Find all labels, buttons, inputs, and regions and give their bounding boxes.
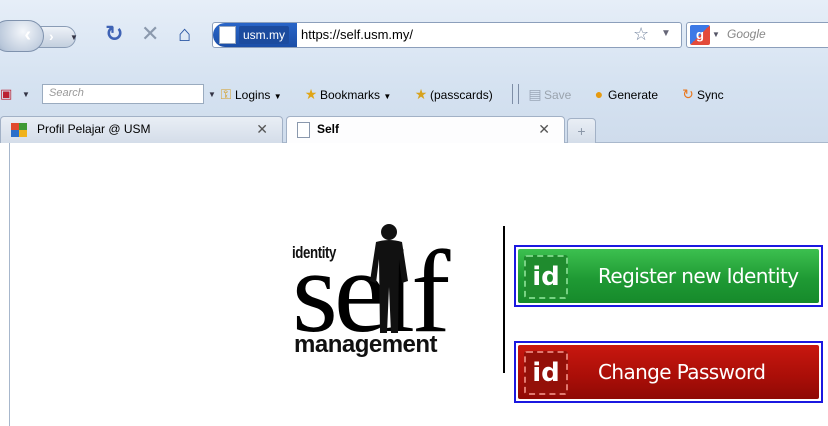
standing-person-icon bbox=[370, 224, 408, 333]
logo-word-identity: identity bbox=[292, 243, 337, 262]
back-button[interactable]: ‹ bbox=[0, 20, 44, 52]
id-badge-icon: id bbox=[524, 351, 568, 395]
passcard-icon: ★ bbox=[414, 86, 428, 102]
passcards-label: (passcards) bbox=[430, 88, 493, 102]
page-icon bbox=[219, 26, 236, 44]
tab-label: Self bbox=[317, 122, 340, 136]
sync-icon: ↻ bbox=[682, 86, 694, 102]
id-badge-icon: id bbox=[524, 255, 568, 299]
back-arrow-icon: ‹ bbox=[24, 24, 31, 46]
tab-profil-pelajar[interactable]: Profil Pelajar @ USM ✕ bbox=[0, 116, 283, 143]
change-password-button-face[interactable]: id Change Password bbox=[518, 345, 819, 399]
change-password-button[interactable]: id Change Password bbox=[514, 341, 823, 403]
key-icon: ⚿ bbox=[220, 86, 232, 102]
logins-dropdown-icon: ▼ bbox=[273, 92, 282, 101]
passcards-menu[interactable]: ★ (passcards) bbox=[412, 85, 493, 104]
bookmarks-dropdown-icon: ▼ bbox=[383, 92, 392, 101]
address-bar[interactable]: usm.my https://self.usm.my/ ☆ ▼ bbox=[212, 22, 682, 48]
new-tab-button[interactable]: + bbox=[567, 118, 596, 143]
toolbar-search-placeholder: Search bbox=[49, 87, 84, 99]
bookmarks-label: Bookmarks bbox=[320, 88, 381, 102]
plus-icon: + bbox=[577, 123, 586, 139]
site-identity-label: usm.my bbox=[239, 26, 289, 44]
url-dropdown-icon[interactable]: ▼ bbox=[661, 28, 671, 39]
back-forward-group: › ‹ ▼ bbox=[0, 20, 82, 52]
tab-label: Profil Pelajar @ USM bbox=[37, 122, 151, 136]
home-icon[interactable]: ⌂ bbox=[178, 22, 191, 46]
logins-menu[interactable]: ⚿ Logins ▼ bbox=[217, 85, 282, 106]
reload-icon[interactable]: ↻ bbox=[105, 22, 123, 46]
document-icon bbox=[297, 122, 310, 138]
generate-icon: ● bbox=[594, 86, 604, 102]
stop-icon[interactable]: ✕ bbox=[141, 22, 159, 46]
bookmarks-menu[interactable]: ★ Bookmarks ▼ bbox=[302, 85, 392, 106]
generate-label: Generate bbox=[608, 88, 659, 102]
password-manager-icon[interactable]: ▣ bbox=[0, 86, 12, 102]
star-icon: ★ bbox=[304, 86, 318, 102]
toolbar-search-input[interactable]: Search bbox=[42, 84, 204, 104]
register-new-identity-button[interactable]: id Register new Identity bbox=[514, 245, 823, 307]
save-icon: ▤ bbox=[528, 86, 542, 102]
toolbar-separator bbox=[512, 84, 513, 104]
search-bar[interactable]: g ▼ Google bbox=[686, 22, 828, 48]
page-content: self identity management id Register new… bbox=[0, 143, 828, 426]
history-dropdown-icon[interactable]: ▼ bbox=[70, 33, 78, 42]
register-button-label: Register new Identity bbox=[598, 264, 799, 288]
usm-favicon-icon bbox=[11, 123, 27, 137]
password-manager-toolbar: ▣ ▼ Search ▼ ⚿ Logins ▼ ★ Bookmarks ▼ ★ (pa… bbox=[0, 81, 828, 107]
url-text[interactable]: https://self.usm.my/ bbox=[301, 26, 413, 44]
password-manager-dropdown-icon[interactable]: ▼ bbox=[22, 90, 30, 99]
navigation-bar: › ‹ ▼ ↻ ✕ ⌂ usm.my https://self.usm.my/ … bbox=[0, 14, 828, 58]
sync-button[interactable]: ↻ Sync bbox=[679, 85, 724, 104]
tab-self[interactable]: Self ✕ bbox=[286, 116, 565, 144]
toolbar-search-dropdown-icon[interactable]: ▼ bbox=[208, 90, 216, 99]
content-left-border bbox=[9, 143, 10, 426]
save-label: Save bbox=[544, 88, 572, 102]
search-engine-dropdown-icon[interactable]: ▼ bbox=[712, 30, 720, 39]
generate-button[interactable]: ● Generate bbox=[590, 85, 658, 104]
vertical-divider bbox=[503, 226, 505, 373]
tab-close-icon[interactable]: ✕ bbox=[538, 117, 550, 142]
bookmark-star-icon[interactable]: ☆ bbox=[633, 24, 649, 45]
tab-close-icon[interactable]: ✕ bbox=[256, 117, 268, 142]
self-management-logo: self identity management bbox=[290, 223, 490, 373]
change-password-button-label: Change Password bbox=[598, 360, 766, 384]
search-engine-icon[interactable]: g bbox=[690, 25, 710, 45]
toolbar-separator bbox=[518, 84, 519, 104]
site-identity-button[interactable]: usm.my bbox=[213, 23, 297, 47]
save-button[interactable]: ▤ Save bbox=[526, 85, 571, 104]
logins-label: Logins bbox=[235, 88, 271, 102]
forward-arrow-icon: › bbox=[49, 28, 54, 44]
register-button-face[interactable]: id Register new Identity bbox=[518, 249, 819, 303]
tab-bar: Profil Pelajar @ USM ✕ Self ✕ + bbox=[0, 114, 828, 144]
logo-word-management: management bbox=[294, 331, 438, 358]
browser-chrome: › ‹ ▼ ↻ ✕ ⌂ usm.my https://self.usm.my/ … bbox=[0, 0, 828, 144]
search-placeholder: Google bbox=[727, 27, 766, 41]
sync-label: Sync bbox=[697, 88, 724, 102]
